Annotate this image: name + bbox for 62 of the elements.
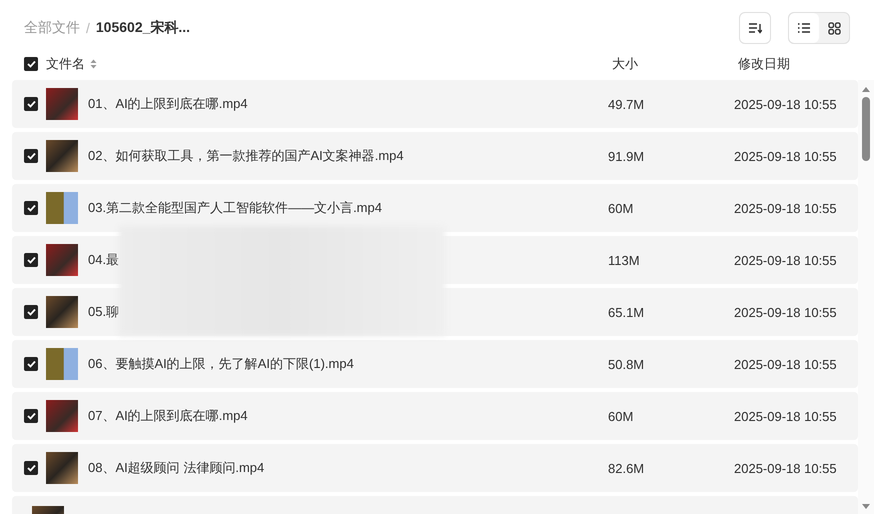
file-name: 08、AI超级顾问 法律顾问.mp4 bbox=[88, 459, 266, 477]
file-row[interactable]: 02、如何获取工具，第一款推荐的国产AI文案神器.mp4 91.9M 2025-09-18 10:55 bbox=[12, 132, 858, 180]
file-size: 82.6M bbox=[608, 460, 646, 476]
row-checkbox[interactable] bbox=[24, 201, 38, 215]
file-row[interactable]: 06、要触摸AI的上限，先了解AI的下限(1).mp4 50.8M 2025-09-18 10:55 bbox=[12, 340, 858, 388]
row-checkbox[interactable] bbox=[24, 357, 38, 371]
video-thumbnail bbox=[46, 88, 78, 120]
row-checkbox[interactable] bbox=[24, 97, 38, 111]
file-name: 06、要触摸AI的上限，先了解AI的下限(1).mp4 bbox=[88, 355, 355, 373]
row-checkbox[interactable] bbox=[24, 305, 38, 319]
column-header: 修改日期 bbox=[738, 55, 790, 73]
row-checkbox[interactable] bbox=[24, 409, 38, 423]
modified-date: 2025-09-18 10:55 bbox=[734, 96, 837, 112]
video-thumbnail bbox=[46, 192, 78, 224]
modified-date: 2025-09-18 10:55 bbox=[734, 304, 837, 320]
modified-date: 2025-09-18 10:55 bbox=[734, 408, 837, 424]
video-thumbnail bbox=[46, 244, 78, 276]
file-size: 50.8M bbox=[608, 356, 646, 372]
modified-date: 2025-09-18 10:55 bbox=[734, 356, 837, 372]
column-header[interactable]: 文件名 bbox=[46, 55, 85, 73]
scrollbar[interactable] bbox=[858, 80, 874, 514]
file-size: 113M bbox=[608, 252, 641, 268]
list-view-button[interactable] bbox=[789, 13, 819, 43]
file-name: 03.第二款全能型国产人工智能软件——文小言.mp4 bbox=[88, 199, 383, 217]
row-checkbox[interactable] bbox=[24, 149, 38, 163]
row-checkbox[interactable] bbox=[24, 253, 38, 267]
sort-button[interactable] bbox=[739, 12, 771, 44]
file-row[interactable]: 08、AI超级顾问 法律顾问.mp4 82.6M 2025-09-18 10:55 bbox=[12, 444, 858, 492]
file-name: 02、如何获取工具，第一款推荐的国产AI文案神器.mp4 bbox=[88, 147, 405, 165]
scroll-down-icon[interactable] bbox=[861, 503, 871, 510]
modified-date: 2025-09-18 10:55 bbox=[734, 252, 837, 268]
sort-arrows-icon[interactable] bbox=[90, 59, 97, 69]
file-size: 65.1M bbox=[608, 304, 646, 320]
scrollbar-thumb[interactable] bbox=[862, 97, 870, 161]
modified-date: 2025-09-18 10:55 bbox=[734, 200, 837, 216]
video-thumbnail bbox=[46, 140, 78, 172]
file-row[interactable]: 01、AI的上限到底在哪.mp4 49.7M 2025-09-18 10:55 bbox=[12, 80, 858, 128]
breadcrumb-item: 105602_宋科... bbox=[96, 19, 190, 37]
file-size: 60M bbox=[608, 408, 634, 424]
list-icon bbox=[797, 22, 811, 34]
video-thumbnail bbox=[46, 452, 78, 484]
file-name: 01、AI的上限到底在哪.mp4 bbox=[88, 95, 249, 113]
scroll-up-icon[interactable] bbox=[861, 86, 871, 93]
file-size: 91.9M bbox=[608, 148, 646, 164]
file-name: 07、AI的上限到底在哪.mp4 bbox=[88, 407, 249, 425]
file-row[interactable]: 07、AI的上限到底在哪.mp4 60M 2025-09-18 10:55 bbox=[12, 392, 858, 440]
file-size: 49.7M bbox=[608, 96, 646, 112]
file-size: 60M bbox=[608, 200, 634, 216]
sort-icon bbox=[748, 22, 762, 34]
video-thumbnail bbox=[46, 400, 78, 432]
video-thumbnail bbox=[46, 296, 78, 328]
file-name: 05.聊 bbox=[88, 303, 120, 321]
grid-icon bbox=[828, 22, 840, 34]
video-thumbnail bbox=[46, 348, 78, 380]
file-name: 04.最 bbox=[88, 251, 120, 269]
breadcrumb-separator: / bbox=[86, 20, 90, 36]
row-checkbox[interactable] bbox=[24, 461, 38, 475]
modified-date: 2025-09-18 10:55 bbox=[734, 148, 837, 164]
modified-date: 2025-09-18 10:55 bbox=[734, 460, 837, 476]
file-row[interactable]: 03.第二款全能型国产人工智能软件——文小言.mp4 60M 2025-09-18 10:55 bbox=[12, 184, 858, 232]
column-header: 大小 bbox=[612, 55, 638, 73]
select-all-checkbox[interactable] bbox=[24, 57, 38, 71]
